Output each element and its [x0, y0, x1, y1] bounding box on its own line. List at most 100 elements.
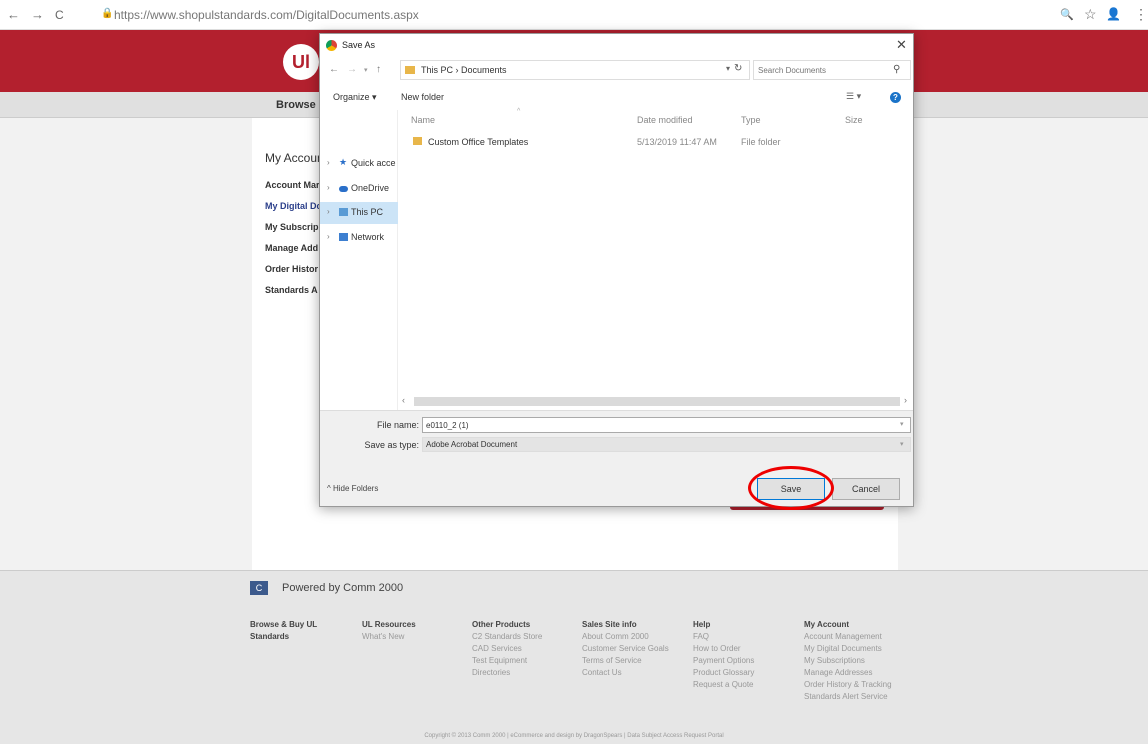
search-icon[interactable]: ⚲ — [893, 64, 900, 75]
file-type: File folder — [741, 137, 781, 147]
footer-link[interactable]: CAD Services — [472, 643, 542, 655]
file-name-field[interactable]: ▾ — [422, 417, 911, 433]
footer-link[interactable]: About Comm 2000 — [582, 631, 669, 643]
footer-link[interactable]: Account Management — [804, 631, 892, 643]
account-link[interactable]: Order Histor — [265, 264, 320, 285]
highlight-circle — [748, 466, 834, 510]
account-icon[interactable]: 👤 — [1106, 7, 1121, 21]
footer-col: Sales Site info About Comm 2000 Customer… — [582, 619, 669, 679]
path-text[interactable]: This PC › Documents — [421, 65, 507, 75]
footer-link[interactable]: How to Order — [693, 643, 754, 655]
organize-button[interactable]: Organize ▾ — [333, 92, 377, 103]
dialog-toolbar: Organize ▾ New folder ☰ ▾ ? — [320, 86, 913, 110]
footer-link[interactable]: Customer Service Goals — [582, 643, 669, 655]
nav-item-quick-access[interactable]: › ★ Quick acce — [320, 153, 398, 175]
close-icon[interactable]: ✕ — [896, 37, 907, 53]
account-links: Account Mar My Digital Dc My Subscrip Ma… — [265, 180, 320, 306]
column-header-type[interactable]: Type — [741, 115, 761, 125]
help-icon[interactable]: ? — [890, 92, 901, 103]
footer-heading: Sales Site info — [582, 620, 637, 629]
forward-arrow-icon[interactable]: → — [347, 64, 357, 75]
file-name-input[interactable] — [426, 420, 896, 431]
footer-link[interactable]: Request a Quote — [693, 679, 754, 691]
back-arrow-icon[interactable]: ← — [329, 64, 339, 75]
footer-link[interactable]: Directories — [472, 667, 542, 679]
new-folder-button[interactable]: New folder — [401, 92, 444, 102]
chevron-right-icon[interactable]: › — [327, 158, 330, 167]
dialog-titlebar[interactable]: Save As ✕ — [320, 34, 913, 58]
footer-link[interactable]: What's New — [362, 631, 416, 643]
footer-col: Other Products C2 Standards Store CAD Se… — [472, 619, 542, 679]
footer-link[interactable]: Order History & Tracking — [804, 679, 892, 691]
file-row[interactable]: Custom Office Templates 5/13/2019 11:47 … — [400, 134, 913, 152]
path-box[interactable]: This PC › Documents ▾ — [400, 60, 750, 80]
account-link[interactable]: My Subscrip — [265, 222, 320, 243]
footer-link[interactable]: Contact Us — [582, 667, 669, 679]
star-icon[interactable]: ☆ — [1084, 6, 1097, 23]
zoom-icon[interactable]: 🔍 — [1060, 8, 1074, 21]
footer-link[interactable]: Payment Options — [693, 655, 754, 667]
scroll-thumb[interactable] — [414, 397, 900, 406]
footer-heading[interactable]: Browse & Buy UL Standards — [250, 619, 330, 643]
scroll-left-icon[interactable]: ‹ — [402, 395, 405, 405]
powered-text: Powered by Comm 2000 — [282, 581, 404, 594]
address-bar[interactable]: https://www.shopulstandards.com/DigitalD… — [114, 8, 419, 22]
account-link[interactable]: Standards A — [265, 285, 320, 306]
nav-item-network[interactable]: › Network — [320, 227, 398, 249]
recent-chevron-icon[interactable]: ▾ — [364, 66, 368, 74]
column-header-name[interactable]: Name — [411, 115, 435, 125]
nav-item-onedrive[interactable]: › OneDrive — [320, 178, 398, 200]
nav-label: OneDrive — [351, 183, 390, 193]
footer-link[interactable]: Manage Addresses — [804, 667, 892, 679]
chevron-right-icon[interactable]: › — [327, 232, 330, 241]
up-arrow-icon[interactable]: ↑ — [376, 64, 381, 75]
footer-link[interactable]: Standards Alert Service — [804, 691, 892, 703]
folder-icon — [413, 137, 422, 145]
account-link[interactable]: My Digital Dc — [265, 201, 320, 222]
ul-logo[interactable]: Ul — [283, 44, 319, 80]
lock-icon: 🔒 — [101, 8, 114, 19]
network-icon — [339, 233, 348, 241]
search-box[interactable]: ⚲ — [753, 60, 911, 80]
footer-link[interactable]: C2 Standards Store — [472, 631, 542, 643]
search-input[interactable] — [758, 64, 886, 76]
chevron-down-icon[interactable]: ▾ — [900, 420, 904, 428]
navigation-pane: › ★ Quick acce › OneDrive › This PC › Ne… — [320, 110, 398, 410]
file-name: Custom Office Templates — [428, 137, 529, 147]
back-icon[interactable]: ← — [7, 7, 20, 22]
file-name-label: File name: — [376, 420, 419, 430]
hide-folders-button[interactable]: ^ Hide Folders — [327, 484, 378, 493]
footer-heading: Help — [693, 620, 711, 629]
menu-icon[interactable]: ⋮ — [1134, 6, 1148, 23]
forward-icon[interactable]: → — [31, 7, 44, 22]
chevron-down-icon[interactable]: ▾ — [726, 64, 730, 73]
nav-label: Quick acce — [351, 158, 396, 168]
nav-label: This PC — [351, 207, 384, 217]
account-link[interactable]: Manage Add — [265, 243, 320, 264]
chevron-right-icon[interactable]: › — [327, 207, 330, 216]
chevron-right-icon[interactable]: › — [327, 183, 330, 192]
hide-folders-label: Hide Folders — [332, 484, 379, 493]
cancel-button[interactable]: Cancel — [832, 478, 900, 500]
footer-link[interactable]: FAQ — [693, 631, 754, 643]
nav-item-this-pc[interactable]: › This PC — [320, 202, 398, 224]
powered-by: C Powered by Comm 2000 — [250, 581, 403, 595]
cloud-icon — [339, 186, 348, 192]
account-title: My Accoun — [265, 151, 324, 165]
nav-label: Network — [351, 232, 385, 242]
save-type-select[interactable]: Adobe Acrobat Document ▾ — [422, 437, 911, 452]
horizontal-scrollbar[interactable]: ‹ › — [400, 394, 913, 408]
account-link[interactable]: Account Mar — [265, 180, 320, 201]
view-options-icon[interactable]: ☰ ▾ — [846, 91, 861, 102]
column-header-size[interactable]: Size — [845, 115, 863, 125]
chevron-down-icon[interactable]: ▾ — [900, 440, 904, 448]
scroll-right-icon[interactable]: › — [904, 395, 907, 405]
footer-link[interactable]: Test Equipment — [472, 655, 542, 667]
footer-link[interactable]: Product Glossary — [693, 667, 754, 679]
footer-link[interactable]: My Subscriptions — [804, 655, 892, 667]
footer-link[interactable]: My Digital Documents — [804, 643, 892, 655]
footer-link[interactable]: Terms of Service — [582, 655, 669, 667]
refresh-icon[interactable]: ↻ — [734, 63, 742, 74]
column-header-date[interactable]: Date modified — [637, 115, 693, 125]
reload-icon[interactable]: C — [55, 8, 64, 22]
